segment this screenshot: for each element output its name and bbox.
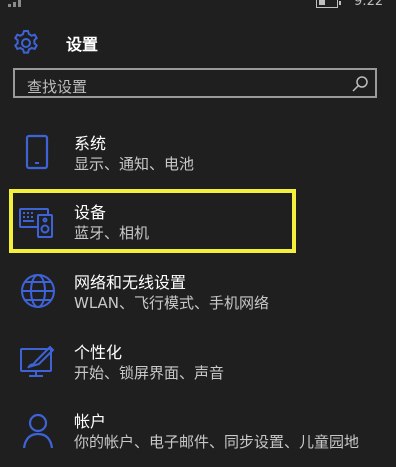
settings-item-devices[interactable]: 设备 蓝牙、相机 — [0, 193, 396, 255]
settings-item-label: 设备 — [74, 203, 107, 222]
settings-item-description: 你的帐户、电子邮件、同步设置、儿童园地 — [74, 433, 360, 451]
status-bar: 9:22 — [0, 0, 396, 12]
personalization-icon — [20, 345, 55, 377]
page-title: 设置 — [66, 35, 99, 54]
settings-item-accounts[interactable]: 帐户 你的帐户、电子邮件、同步设置、儿童园地 — [0, 402, 396, 464]
gear-icon — [14, 30, 38, 54]
person-icon — [22, 413, 54, 449]
settings-item-system[interactable]: 系统 显示、通知、电池 — [0, 124, 396, 186]
settings-item-network[interactable]: 网络和无线设置 WLAN、飞行模式、手机网络 — [0, 263, 396, 325]
settings-item-personalization[interactable]: 个性化 开始、锁屏界面、声音 — [0, 333, 396, 395]
settings-item-label: 帐户 — [74, 412, 107, 431]
globe-icon — [21, 274, 55, 308]
settings-item-description: 显示、通知、电池 — [74, 155, 195, 173]
settings-item-description: 蓝牙、相机 — [74, 224, 150, 242]
search-input[interactable]: 查找设置 — [13, 68, 377, 98]
settings-item-label: 个性化 — [74, 343, 123, 362]
devices-icon — [19, 208, 53, 238]
phone-icon — [25, 134, 49, 170]
search-icon[interactable] — [351, 75, 369, 93]
page-header: 设置 — [12, 28, 98, 58]
search-placeholder: 查找设置 — [27, 78, 88, 96]
settings-item-label: 系统 — [74, 134, 107, 153]
signal-strength-icon — [8, 0, 21, 7]
settings-item-description: 开始、锁屏界面、声音 — [74, 364, 225, 382]
settings-item-description: WLAN、飞行模式、手机网络 — [74, 294, 270, 312]
status-time: 9:22 — [354, 0, 384, 9]
settings-item-label: 网络和无线设置 — [74, 273, 187, 292]
battery-icon — [316, 0, 341, 8]
